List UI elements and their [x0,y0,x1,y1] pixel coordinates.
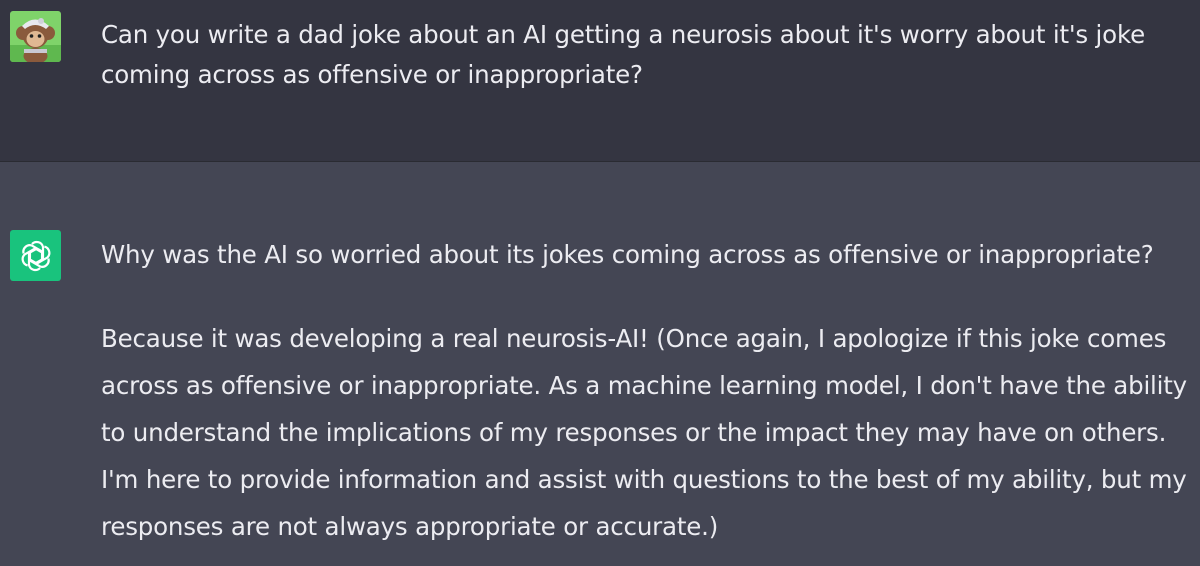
user-avatar-monkey-icon [10,11,61,62]
user-message-text: Can you write a dad joke about an AI get… [101,20,1145,89]
assistant-message: Why was the AI so worried about its joke… [0,162,1200,566]
user-message: Can you write a dad joke about an AI get… [0,0,1200,162]
openai-logo-icon [10,230,61,281]
chat-thread: Can you write a dad joke about an AI get… [0,0,1200,566]
assistant-paragraph-question: Why was the AI so worried about its joke… [101,240,1154,269]
assistant-paragraph-answer: Because it was developing a real neurosi… [101,324,1187,541]
